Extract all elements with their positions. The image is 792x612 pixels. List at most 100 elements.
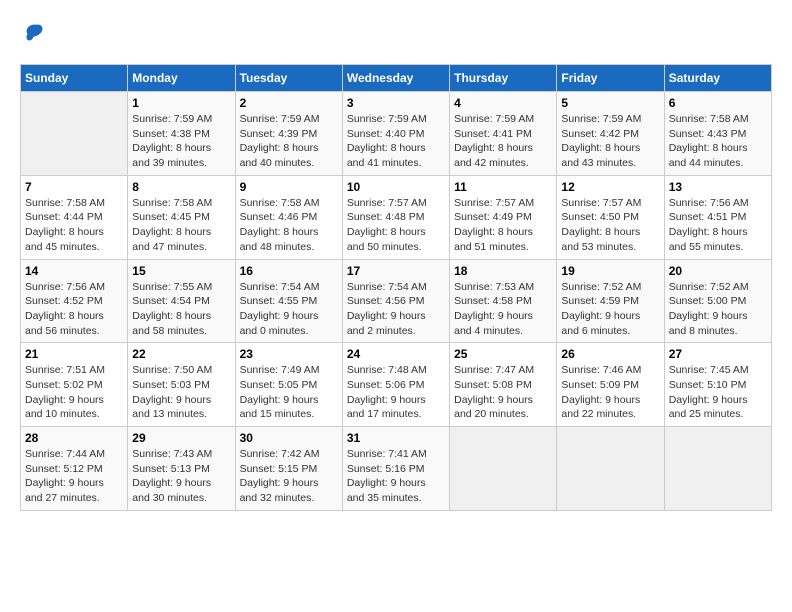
logo [20,20,52,48]
day-number: 29 [132,431,230,445]
calendar-cell: 7Sunrise: 7:58 AM Sunset: 4:44 PM Daylig… [21,175,128,259]
weekday-header-wednesday: Wednesday [342,65,449,92]
day-number: 17 [347,264,445,278]
calendar-cell: 24 Sunrise: 7:48 AM Sunset: 5:06 PM Dayli… [342,343,449,427]
day-info: Sunrise: 7:49 AM Sunset: 5:05 PM Dayligh… [240,363,338,422]
calendar-cell [664,427,771,511]
day-number: 20 [669,264,767,278]
day-info: Sunrise: 7:52 AM Sunset: 5:00 PM Dayligh… [669,280,767,339]
day-info: Sunrise: 7:57 AM Sunset: 4:50 PM Dayligh… [561,196,659,255]
calendar-week-2: 7Sunrise: 7:58 AM Sunset: 4:44 PM Daylig… [21,175,772,259]
day-number: 9 [240,180,338,194]
day-number: 16 [240,264,338,278]
calendar-cell: 11 Sunrise: 7:57 AM Sunset: 4:49 PM Dayli… [450,175,557,259]
calendar-cell: 28 Sunrise: 7:44 AM Sunset: 5:12 PM Dayli… [21,427,128,511]
calendar-cell: 30 Sunrise: 7:42 AM Sunset: 5:15 PM Dayli… [235,427,342,511]
calendar-cell [450,427,557,511]
day-number: 25 [454,347,552,361]
day-info: Sunrise: 7:47 AM Sunset: 5:08 PM Dayligh… [454,363,552,422]
calendar-cell: 13Sunrise: 7:56 AM Sunset: 4:51 PM Dayli… [664,175,771,259]
day-number: 1 [132,96,230,110]
day-number: 26 [561,347,659,361]
day-info: Sunrise: 7:56 AM Sunset: 4:51 PM Dayligh… [669,196,767,255]
calendar-cell: 27 Sunrise: 7:45 AM Sunset: 5:10 PM Dayli… [664,343,771,427]
calendar-cell: 12 Sunrise: 7:57 AM Sunset: 4:50 PM Dayli… [557,175,664,259]
day-info: Sunrise: 7:54 AM Sunset: 4:55 PM Dayligh… [240,280,338,339]
day-number: 27 [669,347,767,361]
weekday-header-sunday: Sunday [21,65,128,92]
calendar-cell: 29 Sunrise: 7:43 AM Sunset: 5:13 PM Dayli… [128,427,235,511]
day-number: 8 [132,180,230,194]
day-number: 10 [347,180,445,194]
day-number: 22 [132,347,230,361]
weekday-header-friday: Friday [557,65,664,92]
day-info: Sunrise: 7:57 AM Sunset: 4:48 PM Dayligh… [347,196,445,255]
day-info: Sunrise: 7:45 AM Sunset: 5:10 PM Dayligh… [669,363,767,422]
day-info: Sunrise: 7:51 AM Sunset: 5:02 PM Dayligh… [25,363,123,422]
day-info: Sunrise: 7:41 AM Sunset: 5:16 PM Dayligh… [347,447,445,506]
day-number: 31 [347,431,445,445]
logo-icon [20,20,48,48]
calendar-cell: 14 Sunrise: 7:56 AM Sunset: 4:52 PM Dayli… [21,259,128,343]
calendar-cell: 1 Sunrise: 7:59 AM Sunset: 4:38 PM Daylig… [128,92,235,176]
day-number: 6 [669,96,767,110]
calendar-week-4: 21 Sunrise: 7:51 AM Sunset: 5:02 PM Dayli… [21,343,772,427]
calendar-cell: 8Sunrise: 7:58 AM Sunset: 4:45 PM Daylig… [128,175,235,259]
calendar-cell: 26 Sunrise: 7:46 AM Sunset: 5:09 PM Dayli… [557,343,664,427]
calendar-cell: 3 Sunrise: 7:59 AM Sunset: 4:40 PM Daylig… [342,92,449,176]
calendar-week-3: 14 Sunrise: 7:56 AM Sunset: 4:52 PM Dayli… [21,259,772,343]
calendar-cell: 9 Sunrise: 7:58 AM Sunset: 4:46 PM Daylig… [235,175,342,259]
calendar-cell: 25 Sunrise: 7:47 AM Sunset: 5:08 PM Dayli… [450,343,557,427]
calendar-cell [557,427,664,511]
day-info: Sunrise: 7:59 AM Sunset: 4:39 PM Dayligh… [240,112,338,171]
calendar-cell: 21 Sunrise: 7:51 AM Sunset: 5:02 PM Dayli… [21,343,128,427]
day-number: 12 [561,180,659,194]
calendar-cell: 2 Sunrise: 7:59 AM Sunset: 4:39 PM Daylig… [235,92,342,176]
day-info: Sunrise: 7:43 AM Sunset: 5:13 PM Dayligh… [132,447,230,506]
calendar-week-5: 28 Sunrise: 7:44 AM Sunset: 5:12 PM Dayli… [21,427,772,511]
day-number: 28 [25,431,123,445]
day-info: Sunrise: 7:46 AM Sunset: 5:09 PM Dayligh… [561,363,659,422]
weekday-header-tuesday: Tuesday [235,65,342,92]
day-info: Sunrise: 7:58 AM Sunset: 4:46 PM Dayligh… [240,196,338,255]
calendar-cell: 18Sunrise: 7:53 AM Sunset: 4:58 PM Dayli… [450,259,557,343]
day-info: Sunrise: 7:48 AM Sunset: 5:06 PM Dayligh… [347,363,445,422]
day-info: Sunrise: 7:59 AM Sunset: 4:40 PM Dayligh… [347,112,445,171]
day-info: Sunrise: 7:59 AM Sunset: 4:38 PM Dayligh… [132,112,230,171]
calendar-cell: 20 Sunrise: 7:52 AM Sunset: 5:00 PM Dayli… [664,259,771,343]
day-number: 14 [25,264,123,278]
calendar-cell: 5Sunrise: 7:59 AM Sunset: 4:42 PM Daylig… [557,92,664,176]
weekday-header-monday: Monday [128,65,235,92]
day-number: 21 [25,347,123,361]
day-info: Sunrise: 7:52 AM Sunset: 4:59 PM Dayligh… [561,280,659,339]
day-number: 11 [454,180,552,194]
day-number: 30 [240,431,338,445]
calendar-table: SundayMondayTuesdayWednesdayThursdayFrid… [20,64,772,511]
day-number: 2 [240,96,338,110]
day-info: Sunrise: 7:57 AM Sunset: 4:49 PM Dayligh… [454,196,552,255]
calendar-cell: 6 Sunrise: 7:58 AM Sunset: 4:43 PM Daylig… [664,92,771,176]
day-info: Sunrise: 7:56 AM Sunset: 4:52 PM Dayligh… [25,280,123,339]
calendar-cell: 22Sunrise: 7:50 AM Sunset: 5:03 PM Dayli… [128,343,235,427]
calendar-week-1: 1 Sunrise: 7:59 AM Sunset: 4:38 PM Daylig… [21,92,772,176]
day-info: Sunrise: 7:55 AM Sunset: 4:54 PM Dayligh… [132,280,230,339]
day-number: 15 [132,264,230,278]
day-info: Sunrise: 7:58 AM Sunset: 4:43 PM Dayligh… [669,112,767,171]
day-info: Sunrise: 7:42 AM Sunset: 5:15 PM Dayligh… [240,447,338,506]
calendar-cell: 31 Sunrise: 7:41 AM Sunset: 5:16 PM Dayli… [342,427,449,511]
calendar-cell: 10 Sunrise: 7:57 AM Sunset: 4:48 PM Dayli… [342,175,449,259]
calendar-cell: 16 Sunrise: 7:54 AM Sunset: 4:55 PM Dayli… [235,259,342,343]
day-info: Sunrise: 7:44 AM Sunset: 5:12 PM Dayligh… [25,447,123,506]
day-number: 3 [347,96,445,110]
header [20,20,772,48]
day-number: 24 [347,347,445,361]
day-info: Sunrise: 7:54 AM Sunset: 4:56 PM Dayligh… [347,280,445,339]
day-info: Sunrise: 7:58 AM Sunset: 4:44 PM Dayligh… [25,196,123,255]
weekday-header-thursday: Thursday [450,65,557,92]
day-info: Sunrise: 7:53 AM Sunset: 4:58 PM Dayligh… [454,280,552,339]
day-number: 19 [561,264,659,278]
calendar-cell [21,92,128,176]
calendar-cell: 4Sunrise: 7:59 AM Sunset: 4:41 PM Daylig… [450,92,557,176]
day-info: Sunrise: 7:59 AM Sunset: 4:42 PM Dayligh… [561,112,659,171]
calendar-cell: 15 Sunrise: 7:55 AM Sunset: 4:54 PM Dayli… [128,259,235,343]
